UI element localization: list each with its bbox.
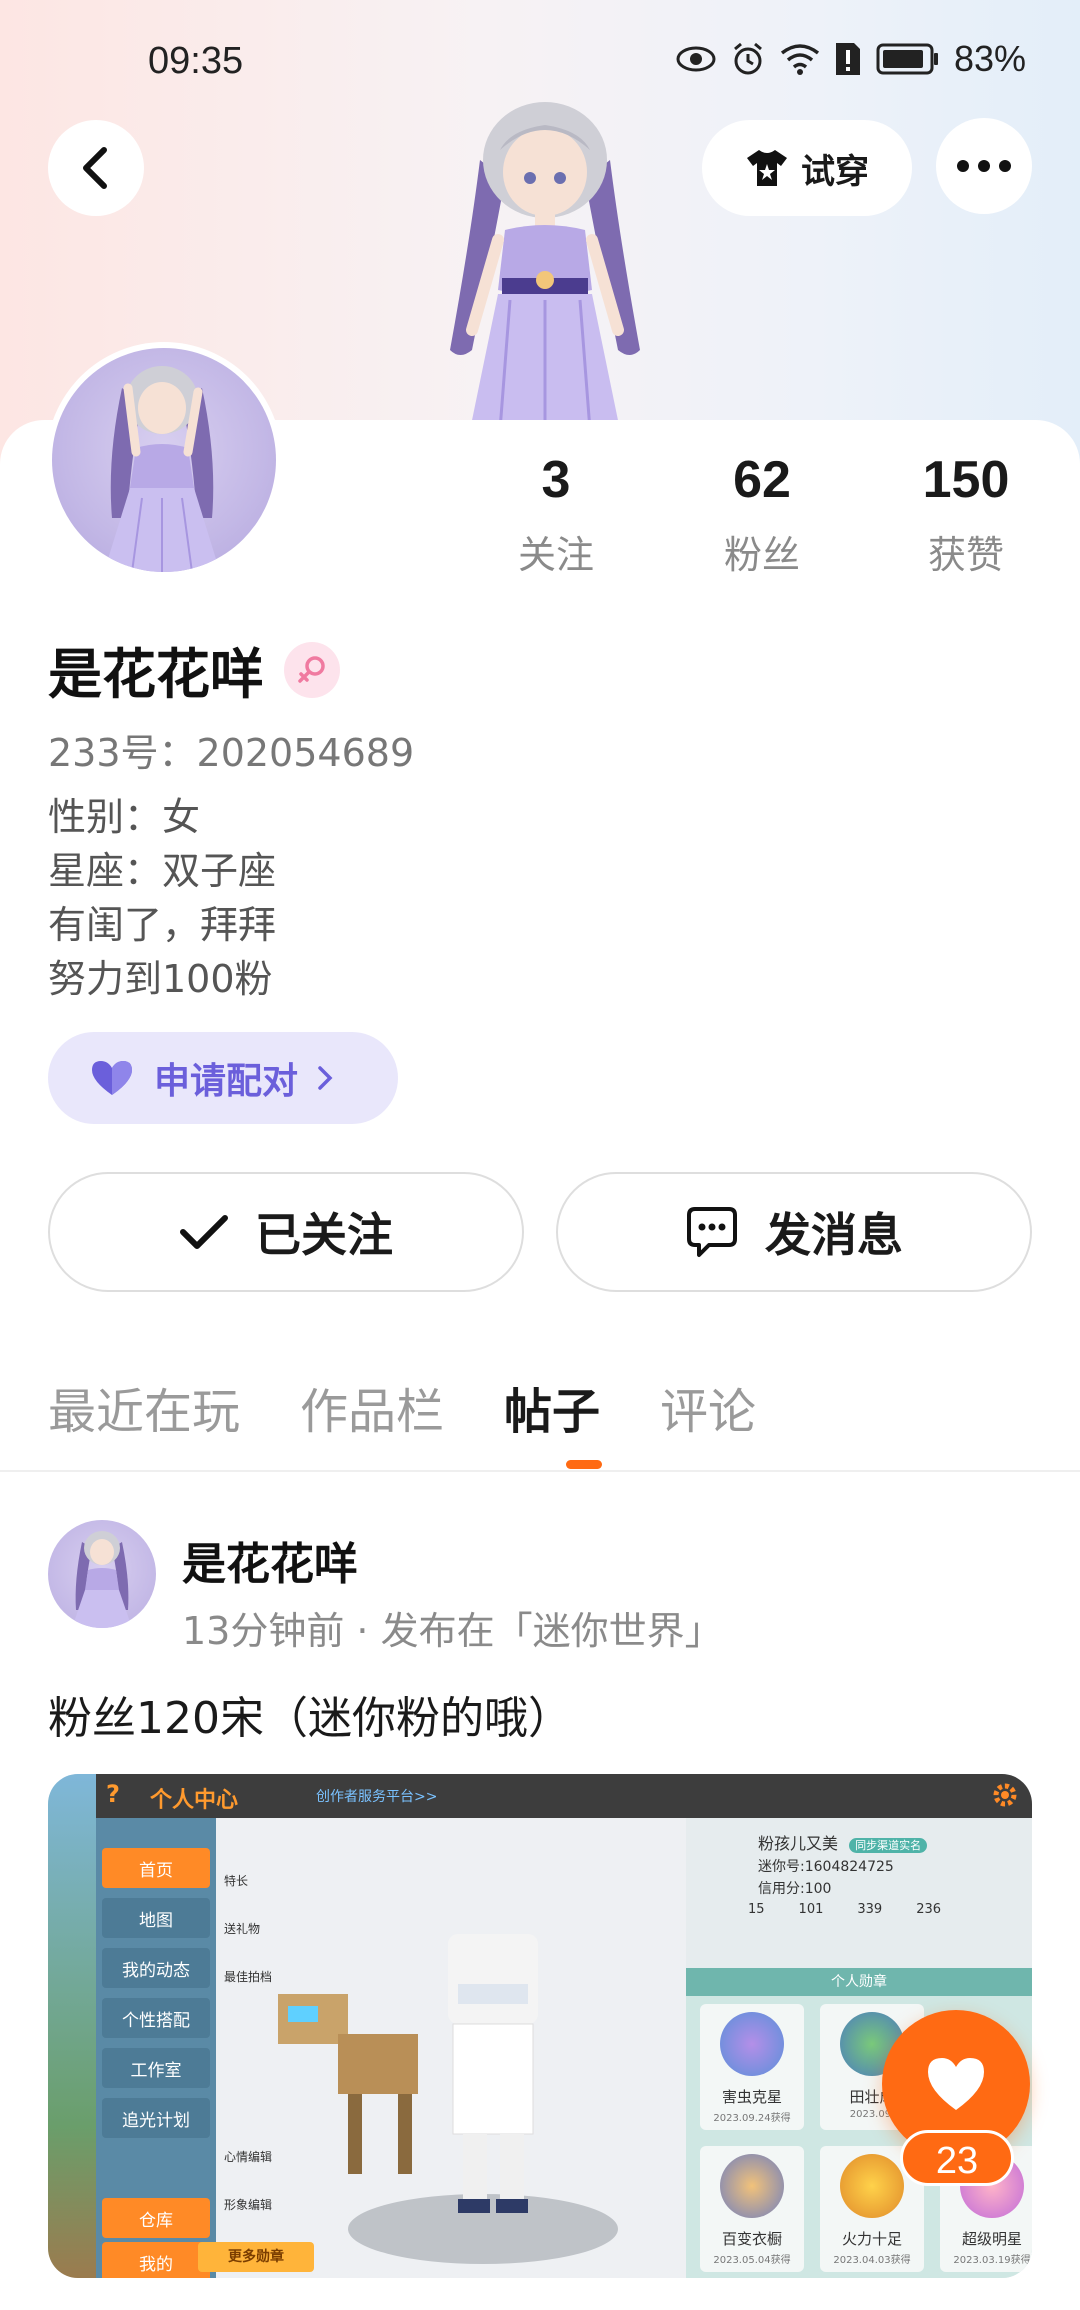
chevron-right-icon xyxy=(318,1066,333,1090)
tab-works[interactable]: 作品栏 xyxy=(300,1372,444,1442)
alarm-icon xyxy=(733,42,762,75)
like-count: 23 xyxy=(900,2130,1014,2186)
heart-icon xyxy=(928,2058,984,2110)
post-meta: 13分钟前 · 发布在「迷你世界」 xyxy=(182,1609,723,1653)
game-menu-item: 工作室 xyxy=(102,2048,210,2088)
game-side-label: 送礼物 xyxy=(224,1922,261,1936)
game-menu-item: 我的动态 xyxy=(102,1948,210,1988)
gear-icon xyxy=(993,1783,1017,1807)
avatar[interactable] xyxy=(46,342,282,578)
game-player-name: 粉孩儿又美 同步渠道实名 xyxy=(758,1830,928,1854)
more-dots-icon xyxy=(957,160,1011,172)
eye-icon xyxy=(676,46,716,72)
game-side-label: 特长 xyxy=(224,1874,249,1888)
post-text: 粉丝120宋（迷你粉的哦） xyxy=(48,1693,572,1744)
request-pairing-label: 申请配对 xyxy=(154,1061,299,1102)
game-menu-item: 地图 xyxy=(102,1898,210,1938)
game-pet-figure-image xyxy=(278,1994,418,2174)
game-menu-item: 个性搭配 xyxy=(102,1998,210,2038)
game-badge: 百变衣橱 2023.05.04获得 xyxy=(700,2146,804,2272)
profile-tabs: 最近在玩 作品栏 帖子 评论 xyxy=(48,1372,756,1442)
fans-label: 粉丝 xyxy=(723,533,800,577)
chevron-left-icon xyxy=(83,147,107,189)
bio-line: 星座：双子座 xyxy=(48,849,277,893)
battery-percent: 83% xyxy=(953,38,1026,79)
bio-line: 性别：女 xyxy=(48,795,201,839)
tab-recently-played[interactable]: 最近在玩 xyxy=(48,1372,240,1442)
game-menu-item: 仓库 xyxy=(102,2198,210,2238)
stat-fans[interactable]: 62 粉丝 xyxy=(662,450,862,579)
followed-label: 已关注 xyxy=(255,1208,393,1262)
game-player-id: 迷你号:1604824725 xyxy=(758,1859,894,1875)
request-pairing-button[interactable]: 申请配对 xyxy=(48,1032,398,1124)
female-gender-icon xyxy=(284,641,340,698)
game-side-label: 形象编辑 xyxy=(224,2198,273,2212)
likes-label: 获赞 xyxy=(927,533,1004,577)
followed-button[interactable]: 已关注 xyxy=(48,1172,524,1292)
back-button[interactable] xyxy=(48,120,144,216)
tab-divider xyxy=(0,1470,1080,1472)
bio: 性别：女 星座：双子座 有闺了，拜拜 努力到100粉 xyxy=(48,790,276,1006)
send-message-button[interactable]: 发消息 xyxy=(556,1172,1032,1292)
bio-line: 努力到100粉 xyxy=(48,957,273,1001)
stat-likes[interactable]: 150 获赞 xyxy=(866,450,1066,579)
game-menu: 首页 地图 我的动态 个性搭配 工作室 追光计划 仓库 我的 xyxy=(96,1818,216,2278)
more-options-button[interactable] xyxy=(936,118,1032,214)
post-author-avatar[interactable] xyxy=(48,1520,156,1628)
username-row: 是花花咩 xyxy=(48,630,340,709)
fans-count: 62 xyxy=(733,451,791,509)
help-icon: ? xyxy=(106,1780,120,1808)
try-on-button[interactable]: 试穿 xyxy=(702,120,912,216)
username: 是花花咩 xyxy=(48,643,264,706)
game-top-bar: ? 个人中心 创作者服务平台>> xyxy=(96,1774,1032,1818)
game-scenery-strip xyxy=(48,1774,96,2278)
likes-count: 150 xyxy=(922,451,1010,509)
stat-following[interactable]: 3 关注 xyxy=(456,450,656,579)
chat-bubble-icon xyxy=(687,1207,737,1257)
following-count: 3 xyxy=(541,451,571,509)
bio-line: 有闺了，拜拜 xyxy=(48,903,277,947)
post-image[interactable]: ? 个人中心 创作者服务平台>> 首页 地图 我的动态 个性搭配 工作室 追光计… xyxy=(48,1774,1032,2278)
game-menu-item: 我的 xyxy=(102,2242,210,2278)
game-subtitle: 创作者服务平台>> xyxy=(316,1789,438,1805)
tshirt-icon xyxy=(747,150,787,186)
post-avatar-figure-image xyxy=(72,1531,132,1628)
post-author-name[interactable]: 是花花咩 xyxy=(182,1528,358,1592)
character-figure-image xyxy=(450,102,640,430)
game-badge-header: 个人勋章 xyxy=(686,1968,1032,1996)
send-message-label: 发消息 xyxy=(765,1208,903,1262)
try-on-label: 试穿 xyxy=(801,151,869,192)
status-time: 09:35 xyxy=(148,40,244,82)
game-player-stats: 15 101 339 236 xyxy=(748,1902,942,1917)
heart-icon xyxy=(92,1061,132,1095)
game-menu-item: 首页 xyxy=(102,1848,210,1888)
user-id: 233号：202054689 xyxy=(48,731,415,775)
status-icons: 83% xyxy=(676,38,1026,80)
avatar-figure-image xyxy=(104,366,220,572)
following-label: 关注 xyxy=(517,533,594,577)
game-character-figure-image xyxy=(448,1934,538,2213)
game-badge: 害虫克星 2023.09.24获得 xyxy=(700,2004,804,2130)
active-tab-indicator xyxy=(566,1460,602,1469)
game-player-credit: 信用分:100 xyxy=(758,1881,832,1897)
wifi-icon xyxy=(780,44,820,75)
game-more-badges-button: 更多勋章 xyxy=(198,2242,314,2272)
battery-icon xyxy=(876,43,938,75)
tab-comments[interactable]: 评论 xyxy=(660,1372,756,1442)
game-menu-item: 追光计划 xyxy=(102,2098,210,2138)
game-title: 个人中心 xyxy=(150,1788,239,1813)
tab-posts[interactable]: 帖子 xyxy=(504,1372,600,1442)
checkmark-icon xyxy=(180,1215,228,1249)
sim-alert-icon xyxy=(835,43,860,75)
